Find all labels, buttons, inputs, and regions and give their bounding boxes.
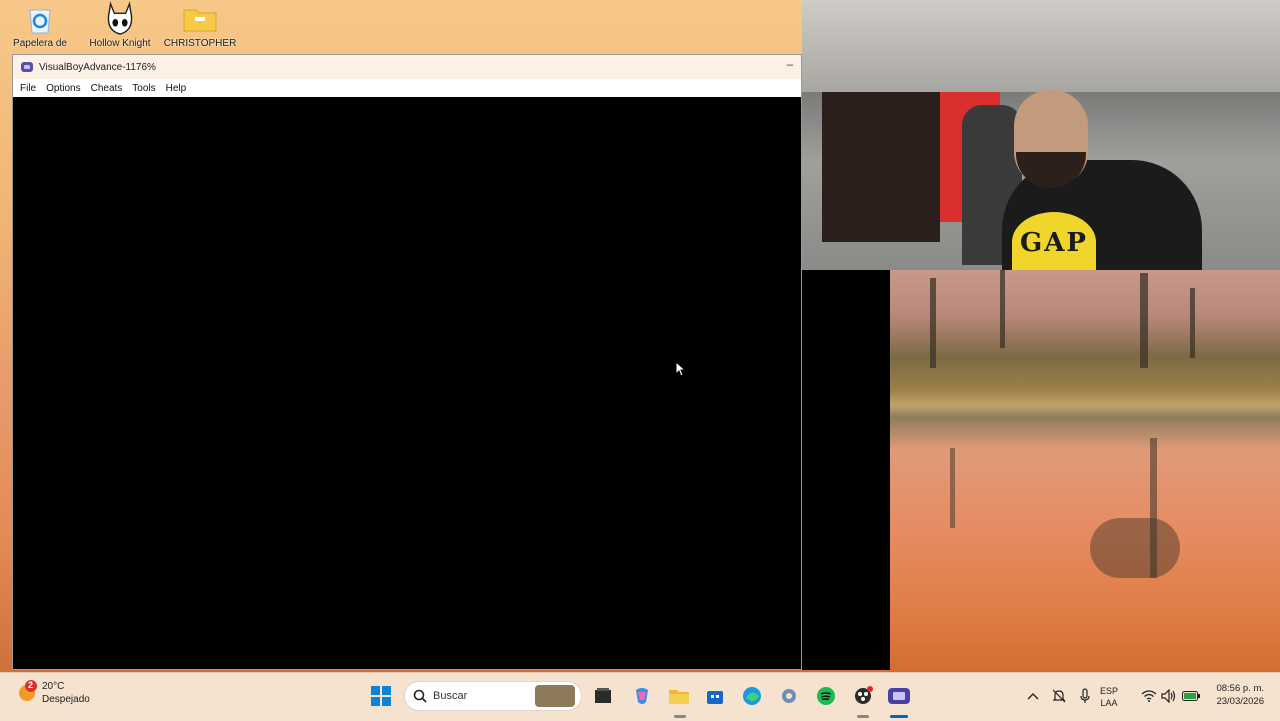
taskbar-app-obs[interactable] bbox=[850, 683, 876, 709]
menu-file[interactable]: File bbox=[15, 83, 41, 94]
start-button[interactable] bbox=[368, 683, 394, 709]
mouse-cursor-icon bbox=[675, 360, 687, 382]
emulator-screen[interactable] bbox=[13, 97, 801, 669]
desktop-icon-recycle-bin[interactable]: Papelera de bbox=[0, 0, 80, 49]
clock-date: 23/03/2026 bbox=[1216, 696, 1264, 707]
visualboy-icon bbox=[888, 688, 910, 704]
taskbar-app-store[interactable] bbox=[702, 683, 728, 709]
search-icon bbox=[413, 689, 427, 703]
taskbar-app-copilot[interactable] bbox=[629, 683, 655, 709]
search-highlight-image bbox=[535, 685, 575, 707]
menu-help[interactable]: Help bbox=[161, 83, 192, 94]
speaker-icon bbox=[1161, 689, 1176, 703]
obs-icon bbox=[855, 686, 873, 704]
webcam-overlay: GAP bbox=[802, 0, 1280, 270]
battery-charging-icon bbox=[1182, 691, 1200, 701]
taskbar-app-visualboy[interactable] bbox=[886, 683, 912, 709]
minimize-button[interactable]: – bbox=[783, 57, 797, 71]
recycle-bin-icon bbox=[23, 2, 57, 36]
system-clock[interactable]: 08:56 p. m. 23/03/2026 bbox=[1216, 682, 1264, 708]
wifi-icon bbox=[1141, 690, 1157, 702]
keyboard-layout: LAA bbox=[1100, 698, 1118, 708]
active-indicator bbox=[857, 715, 869, 718]
shirt-logo: GAP bbox=[1020, 228, 1088, 258]
weather-condition: Despejado bbox=[42, 694, 90, 705]
microphone-icon bbox=[1080, 688, 1090, 703]
window-titlebar[interactable]: VisualBoyAdvance-1176% – bbox=[13, 55, 801, 79]
copilot-icon bbox=[636, 688, 648, 704]
menu-options[interactable]: Options bbox=[41, 83, 85, 94]
weather-temp: 20°C bbox=[42, 681, 65, 692]
tray-overflow-button[interactable] bbox=[1020, 683, 1046, 709]
active-indicator bbox=[674, 715, 686, 718]
chevron-up-icon bbox=[1027, 693, 1039, 700]
hollow-knight-icon bbox=[103, 1, 137, 36]
language-code: ESP bbox=[1100, 686, 1119, 696]
window-title: VisualBoyAdvance-1176% bbox=[39, 61, 156, 73]
store-icon bbox=[707, 691, 723, 704]
menu-cheats[interactable]: Cheats bbox=[86, 83, 128, 94]
visualboy-app-icon bbox=[21, 62, 33, 72]
desktop-icon-label: Hollow Knight bbox=[89, 38, 151, 49]
language-indicator[interactable]: ESP LAA bbox=[1100, 673, 1118, 721]
taskbar: 2 20°C Despejado Buscar ESP LAA 08:56 p.… bbox=[0, 672, 1280, 721]
taskbar-app-file-manager[interactable] bbox=[590, 683, 616, 709]
desktop-wallpaper bbox=[890, 268, 1280, 672]
bell-off-icon bbox=[1052, 689, 1066, 703]
clock-time: 08:56 p. m. bbox=[1216, 683, 1264, 694]
spotify-icon bbox=[817, 687, 835, 705]
desktop-icon-label: CHRISTOPHER bbox=[163, 38, 237, 49]
emulator-screen-extension bbox=[802, 268, 890, 670]
folder-icon bbox=[183, 2, 217, 36]
weather-icon: 2 bbox=[16, 680, 38, 702]
taskbar-search[interactable]: Buscar bbox=[404, 681, 582, 711]
menu-bar: File Options Cheats Tools Help bbox=[13, 79, 801, 97]
active-indicator bbox=[890, 715, 908, 718]
desktop-icon-hollow-knight[interactable]: Hollow Knight bbox=[80, 0, 160, 49]
weather-widget[interactable]: 2 20°C Despejado bbox=[16, 680, 90, 706]
taskbar-app-edge[interactable] bbox=[739, 683, 765, 709]
settings-icon bbox=[782, 689, 796, 703]
taskbar-app-file-explorer[interactable] bbox=[666, 683, 692, 709]
menu-tools[interactable]: Tools bbox=[127, 83, 160, 94]
taskbar-app-settings[interactable] bbox=[776, 683, 802, 709]
tray-notification-off[interactable] bbox=[1046, 683, 1072, 709]
desktop-icon-label: Papelera de bbox=[13, 38, 67, 49]
tray-microphone[interactable] bbox=[1072, 683, 1098, 709]
search-placeholder: Buscar bbox=[433, 690, 468, 702]
store-shelf bbox=[822, 92, 940, 242]
desktop-icon-christopher-folder[interactable]: CHRISTOPHER bbox=[160, 0, 240, 49]
start-icon bbox=[371, 686, 391, 706]
file-manager-icon bbox=[595, 688, 611, 703]
file-explorer-icon bbox=[669, 690, 689, 704]
tray-battery[interactable] bbox=[1178, 683, 1204, 709]
weather-badge: 2 bbox=[28, 680, 34, 690]
edge-icon bbox=[743, 687, 761, 705]
taskbar-app-spotify[interactable] bbox=[813, 683, 839, 709]
